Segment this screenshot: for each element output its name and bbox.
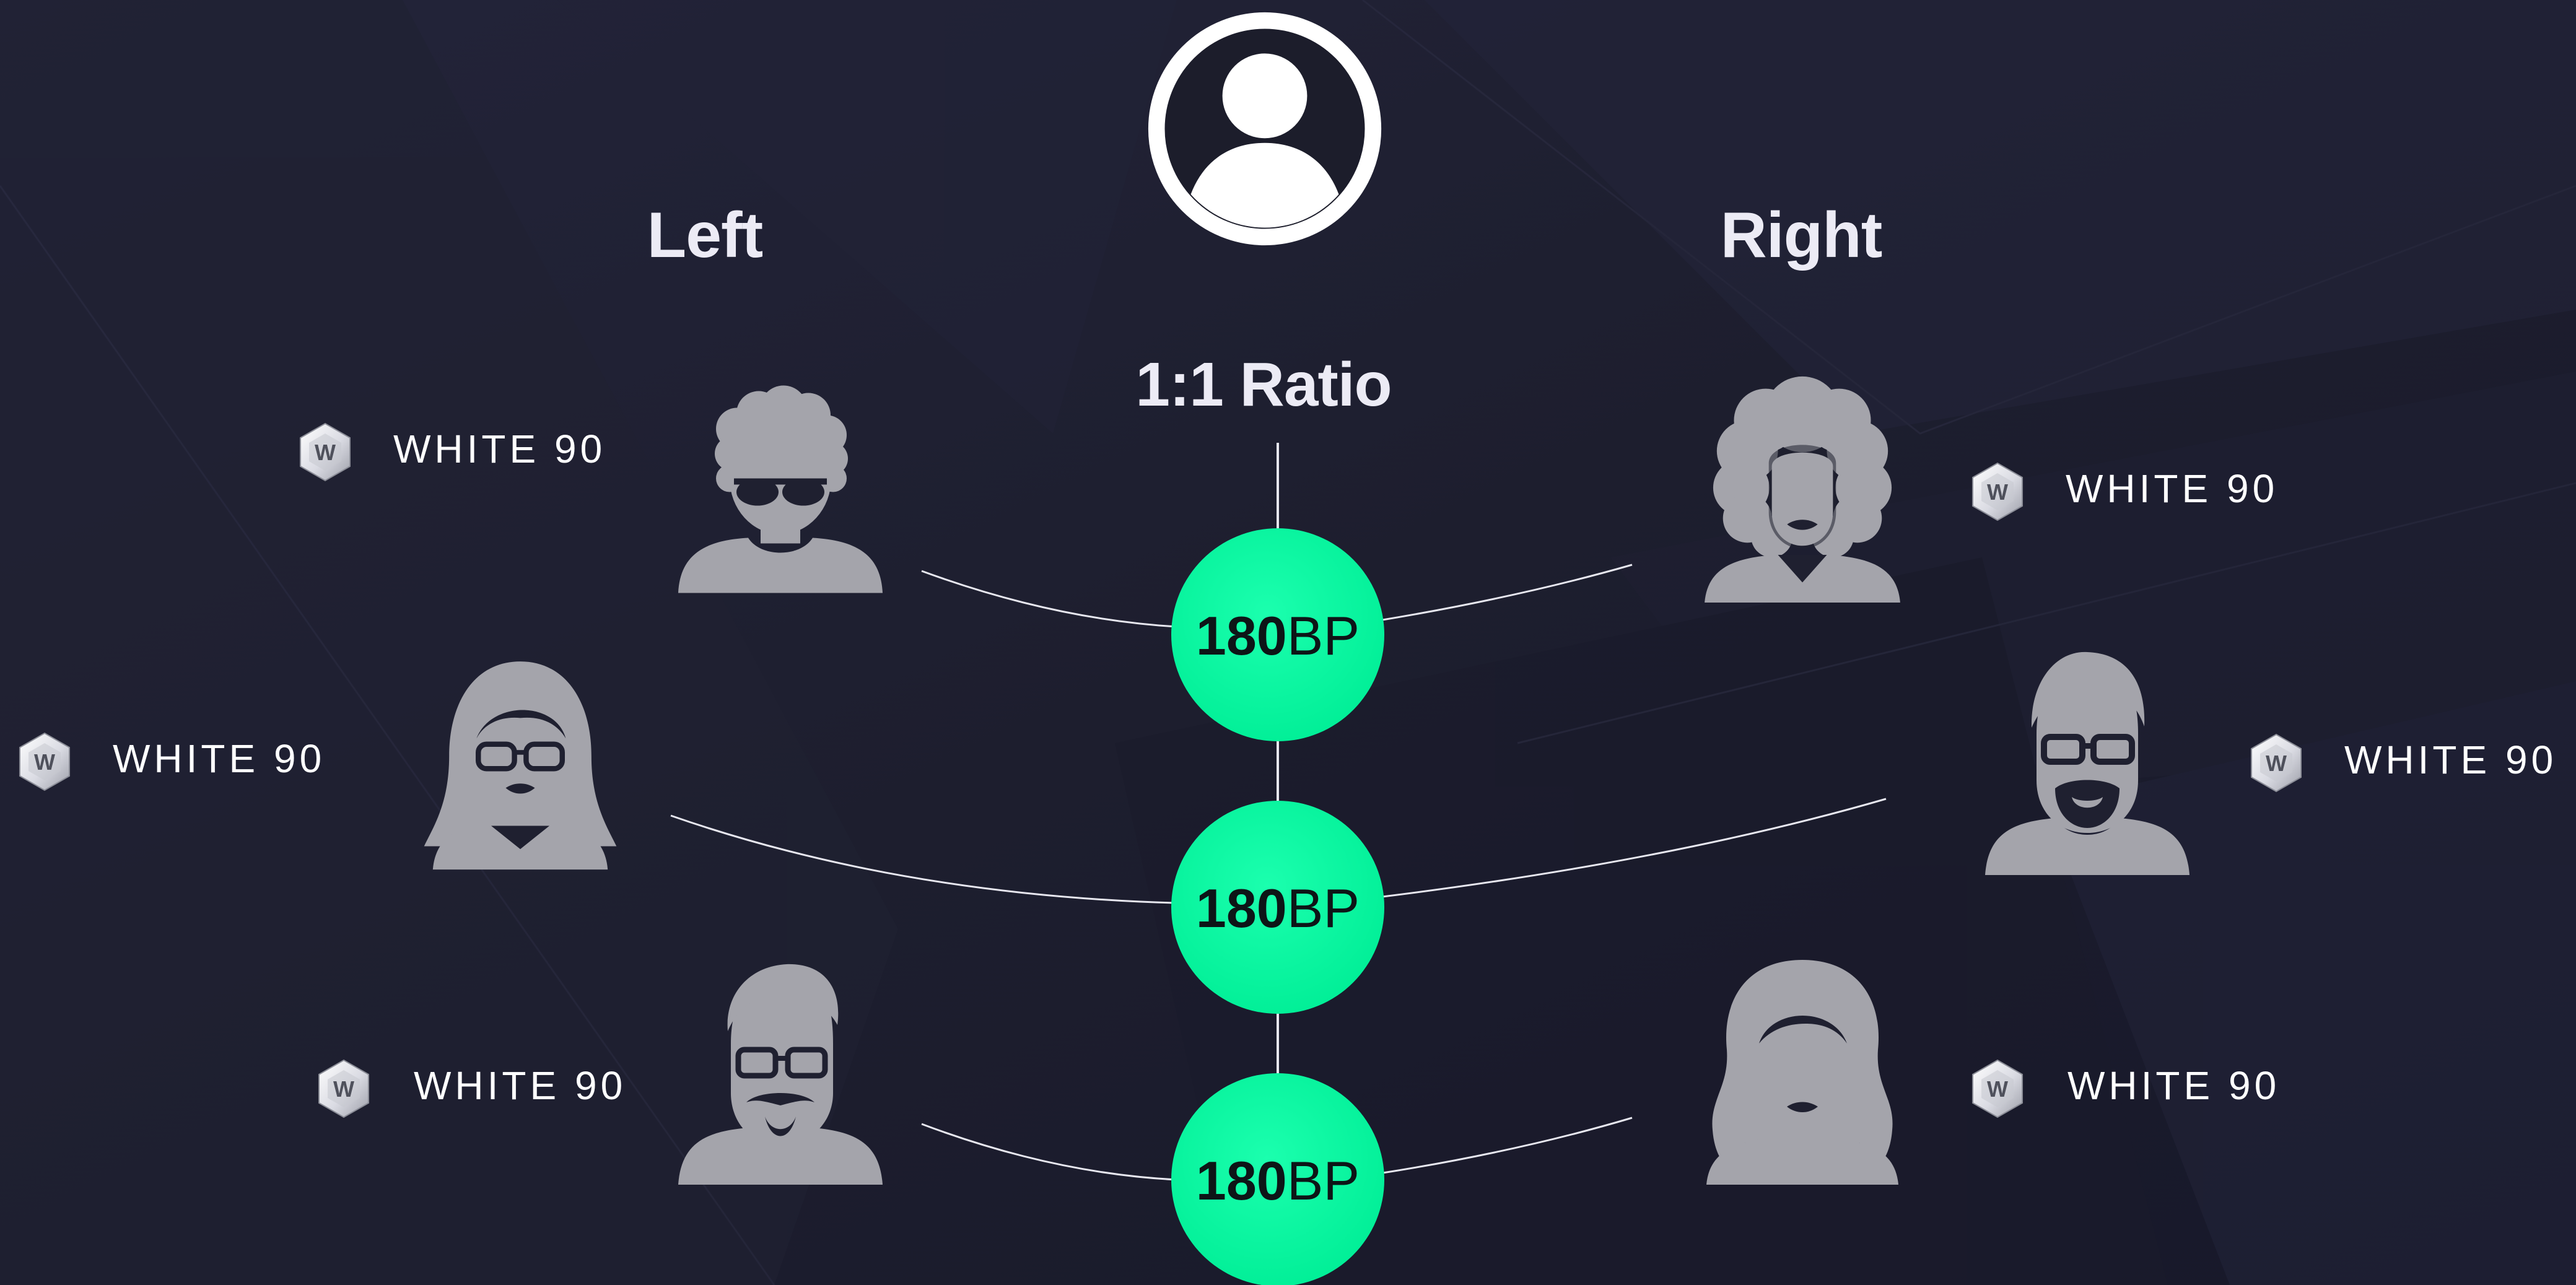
rank-label: WHITE 90: [113, 736, 325, 781]
svg-text:180BP: 180BP: [1196, 605, 1360, 666]
bp-node[interactable]: 180BP: [1171, 1073, 1384, 1285]
right-heading: Right: [1721, 199, 1882, 271]
rank-label: WHITE 90: [2067, 1063, 2280, 1108]
ratio-label: 1:1 Ratio: [1135, 350, 1391, 419]
rank-label: WHITE 90: [393, 427, 606, 471]
bp-node-unit: BP: [1287, 1150, 1360, 1211]
svg-text:180BP: 180BP: [1196, 878, 1360, 939]
svg-text:180BP: 180BP: [1196, 1150, 1360, 1211]
bp-node[interactable]: 180BP: [1171, 528, 1384, 741]
bp-node-value: 180: [1196, 1150, 1287, 1211]
bp-node-unit: BP: [1287, 878, 1360, 939]
rank-label: WHITE 90: [2344, 738, 2557, 782]
bp-node[interactable]: 180BP: [1171, 801, 1384, 1014]
bp-node-unit: BP: [1287, 605, 1360, 666]
left-heading: Left: [647, 199, 763, 271]
bp-node-value: 180: [1196, 878, 1287, 939]
bp-node-value: 180: [1196, 605, 1287, 666]
binary-tree-diagram: W: [0, 0, 2576, 1285]
rank-label: WHITE 90: [2066, 466, 2278, 511]
user-circle-icon: [1156, 20, 1373, 246]
rank-label: WHITE 90: [414, 1063, 626, 1108]
